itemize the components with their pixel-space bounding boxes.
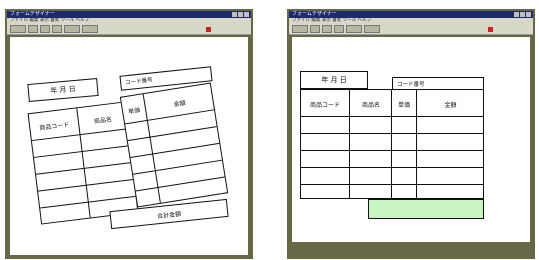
toolbar-button[interactable] <box>10 25 26 33</box>
toolbar-button[interactable] <box>292 25 308 33</box>
code-header-label: コード番号 <box>397 82 425 88</box>
stop-icon[interactable] <box>206 26 211 32</box>
toolbar-button[interactable] <box>52 25 62 33</box>
col-name-header: 商品名 <box>361 102 380 109</box>
total-box-selected[interactable] <box>368 199 484 219</box>
col-name-header: 商品名 <box>93 116 113 126</box>
date-box[interactable]: 年 月 日 <box>300 71 368 89</box>
grid-row-line <box>392 116 483 117</box>
maximize-button[interactable] <box>238 12 243 17</box>
minimize-button[interactable] <box>232 12 237 17</box>
toolbar-button[interactable] <box>82 25 98 33</box>
grid-row-line <box>301 167 391 168</box>
right-grid-table[interactable]: 単価 金額 <box>119 82 229 208</box>
left-window: フォームデザイナー ファイル 編集 表示 書式 ツール ヘルプ 年 月 日 コー… <box>5 9 253 259</box>
date-label: 年 月 日 <box>49 84 77 96</box>
toolbar-button[interactable] <box>364 25 380 33</box>
right-window: フォームデザイナー ファイル 編集 表示 書式 ツール ヘルプ 年 月 日 コー… <box>287 9 535 259</box>
grid-row-line <box>132 159 223 175</box>
grid-row-line <box>301 150 391 151</box>
stop-icon[interactable] <box>488 26 493 32</box>
left-title-bar: フォームデザイナー <box>7 11 251 18</box>
grid-row-line <box>301 116 391 117</box>
left-toolbar <box>7 24 251 35</box>
date-box[interactable]: 年 月 日 <box>27 77 99 103</box>
col-unit-header: 単価 <box>397 102 410 109</box>
right-grid-table[interactable]: 単価 金額 <box>391 89 484 199</box>
toolbar-button[interactable] <box>346 25 362 33</box>
grid-row-line <box>392 133 483 134</box>
maximize-button[interactable] <box>520 12 525 17</box>
close-button[interactable] <box>244 12 249 17</box>
minimize-button[interactable] <box>514 12 519 17</box>
date-label: 年 月 日 <box>321 76 347 84</box>
col-amount-header: 金額 <box>444 102 457 109</box>
grid-row-line <box>392 184 483 185</box>
right-window-controls <box>514 12 531 17</box>
toolbar-button[interactable] <box>28 25 38 33</box>
toolbar-button[interactable] <box>334 25 344 33</box>
grid-row-line <box>392 150 483 151</box>
toolbar-button[interactable] <box>322 25 332 33</box>
right-title-bar: フォームデザイナー <box>289 11 533 18</box>
toolbar-button[interactable] <box>310 25 320 33</box>
right-window-title: フォームデザイナー <box>292 11 337 17</box>
col-unit-header: 単価 <box>127 106 141 116</box>
left-grid-table[interactable]: 商品コード 商品名 <box>27 101 139 225</box>
left-window-title: フォームデザイナー <box>10 11 55 17</box>
grid-row-line <box>135 176 225 192</box>
grid-row-line <box>130 142 220 158</box>
left-grid-table[interactable]: 商品コード 商品名 <box>300 89 392 199</box>
grid-row-line <box>301 133 391 134</box>
close-button[interactable] <box>526 12 531 17</box>
grid-row-line <box>127 126 217 142</box>
left-design-canvas[interactable]: 年 月 日 コード番号 商品コード 商品名 単価 金額 合計金額 <box>10 37 248 255</box>
grid-row-line <box>392 167 483 168</box>
right-design-canvas[interactable]: 年 月 日 コード番号 商品コード 商品名 単価 金額 <box>292 37 530 242</box>
grid-row-line <box>301 184 391 185</box>
toolbar-button[interactable] <box>40 25 50 33</box>
left-window-controls <box>232 12 249 17</box>
col-code-header: 商品コード <box>39 121 70 133</box>
col-code-header: 商品コード <box>309 102 340 109</box>
toolbar-button[interactable] <box>64 25 80 33</box>
right-toolbar <box>289 24 533 35</box>
